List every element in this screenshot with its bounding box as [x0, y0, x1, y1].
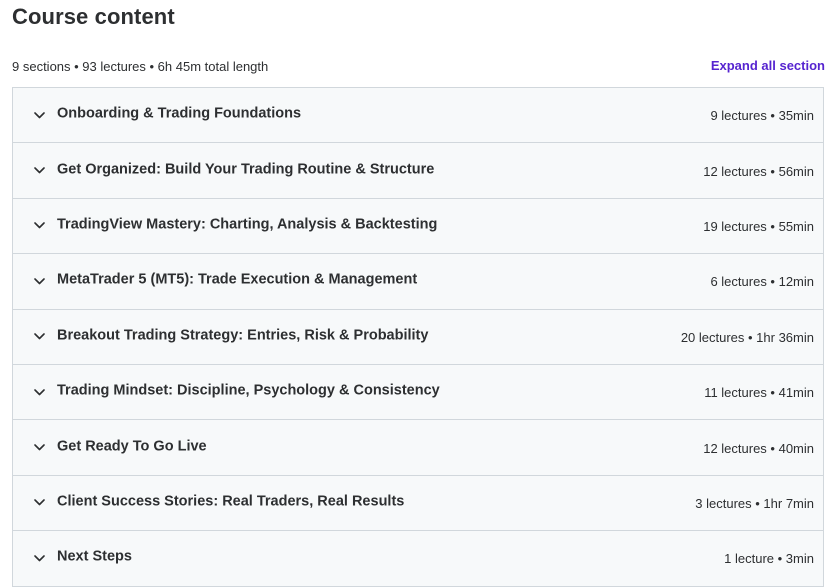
page-title: Course content: [12, 4, 175, 29]
course-summary: 9 sections • 93 lectures • 6h 45m total …: [12, 59, 269, 74]
section-meta: 12 lectures • 40min: [703, 440, 814, 456]
section-title: TradingView Mastery: Charting, Analysis …: [57, 216, 438, 233]
section-meta: 9 lectures • 35min: [710, 108, 814, 124]
course-section-header[interactable]: Trading Mindset: Discipline, Psychology …: [13, 364, 823, 421]
section-meta: 11 lectures • 41min: [704, 385, 814, 401]
chevron-down-icon: [33, 275, 45, 287]
section-meta: 20 lectures • 1hr 36min: [680, 329, 814, 345]
course-section-header[interactable]: Get Organized: Build Your Trading Routin…: [13, 143, 823, 199]
section-meta: 19 lectures • 55min: [703, 219, 814, 235]
chevron-down-icon: [33, 442, 45, 454]
course-section-header[interactable]: Next Steps 1 lecture • 3min: [13, 531, 823, 587]
section-title: Breakout Trading Strategy: Entries, Risk…: [57, 327, 429, 344]
chevron-down-icon: [33, 497, 45, 509]
section-meta: 3 lectures • 1hr 7min: [695, 496, 814, 512]
chevron-down-icon: [33, 109, 45, 121]
section-meta: 12 lectures • 56min: [703, 163, 814, 179]
course-sections-list: Onboarding & Trading Foundations 9 lectur…: [12, 87, 824, 587]
course-section-header[interactable]: MetaTrader 5 (MT5): Trade Execution & Ma…: [13, 254, 823, 310]
section-title: Get Organized: Build Your Trading Routin…: [57, 161, 435, 178]
course-section-header[interactable]: Client Success Stories: Real Traders, Re…: [13, 475, 823, 532]
course-section-header[interactable]: Get Ready To Go Live 12 lectures • 40min: [13, 420, 823, 476]
chevron-down-icon: [33, 552, 45, 564]
section-title: Onboarding & Trading Foundations: [57, 105, 302, 122]
chevron-down-icon: [33, 220, 45, 232]
section-meta: 1 lecture • 3min: [724, 551, 814, 567]
course-summary-row: 9 sections • 93 lectures • 6h 45m total …: [0, 58, 825, 78]
course-section-header[interactable]: Onboarding & Trading Foundations 9 lectur…: [13, 88, 823, 144]
section-title: Client Success Stories: Real Traders, Re…: [57, 493, 405, 510]
chevron-down-icon: [33, 331, 45, 343]
expand-all-sections-button[interactable]: Expand all section: [711, 58, 825, 73]
section-title: Trading Mindset: Discipline, Psychology …: [57, 382, 440, 399]
chevron-down-icon: [33, 386, 45, 398]
course-section-header[interactable]: Breakout Trading Strategy: Entries, Risk…: [13, 309, 823, 365]
section-title: Get Ready To Go Live: [57, 438, 207, 455]
section-title: Next Steps: [57, 549, 132, 566]
section-title: MetaTrader 5 (MT5): Trade Execution & Ma…: [57, 272, 418, 289]
chevron-down-icon: [33, 165, 45, 177]
section-meta: 6 lectures • 12min: [710, 274, 814, 290]
course-section-header[interactable]: TradingView Mastery: Charting, Analysis …: [13, 198, 823, 255]
